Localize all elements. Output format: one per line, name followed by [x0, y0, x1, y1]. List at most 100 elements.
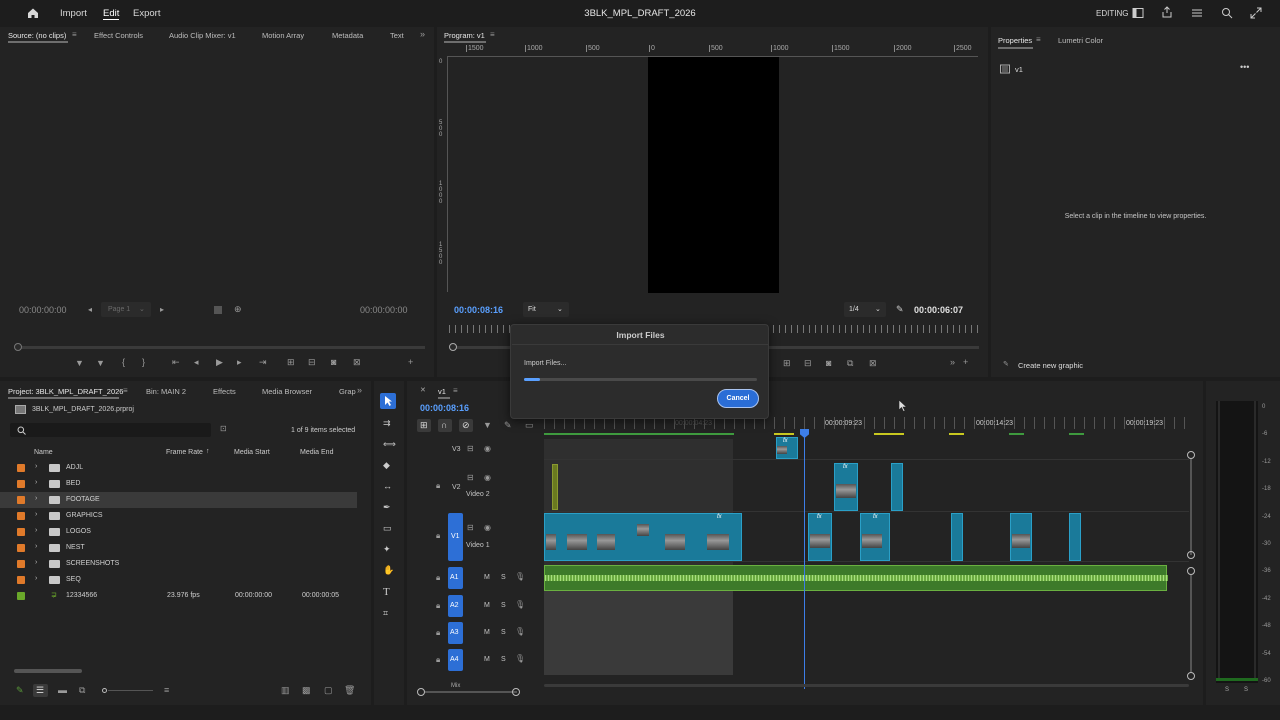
source-monitor[interactable]: [0, 44, 434, 308]
video-clip[interactable]: [1069, 513, 1081, 561]
column-header-media-start[interactable]: Media Start: [234, 449, 270, 456]
automate-to-sequence-icon[interactable]: ▥: [281, 686, 290, 695]
add-marker-icon[interactable]: ▼: [483, 421, 492, 430]
microphone-icon[interactable]: 🎙︎: [515, 628, 525, 636]
lift-icon[interactable]: ⊞: [783, 359, 791, 368]
mark-in-icon[interactable]: ▼: [75, 359, 84, 368]
pen-tool-icon[interactable]: ✒: [383, 503, 391, 512]
pencil-icon[interactable]: ✎: [16, 686, 24, 695]
tab-menu-icon[interactable]: ≡: [123, 387, 128, 395]
tab-lumetri-color[interactable]: Lumetri Color: [1058, 36, 1103, 45]
disclosure-chevron-icon[interactable]: ›: [35, 495, 37, 502]
bin-list-item[interactable]: › FOOTAGE: [0, 492, 357, 508]
project-search-input[interactable]: [10, 423, 211, 437]
disclosure-chevron-icon[interactable]: ›: [35, 511, 37, 518]
step-back-icon[interactable]: ◂: [194, 358, 199, 367]
share-icon[interactable]: [1161, 6, 1173, 18]
more-options-icon[interactable]: •••: [1240, 63, 1249, 72]
lock-icon[interactable]: 🔒︎: [436, 656, 440, 664]
play-icon[interactable]: ▶: [216, 358, 223, 367]
page-prev-icon[interactable]: ◂: [88, 306, 92, 314]
eye-icon[interactable]: ◉: [484, 524, 491, 532]
video-clip[interactable]: fx: [808, 513, 832, 561]
track-label-v3[interactable]: V3: [452, 446, 461, 453]
new-search-bin-icon[interactable]: ⊡: [220, 425, 227, 433]
h-zoom-track[interactable]: [425, 691, 517, 693]
hand-tool-icon[interactable]: ✋: [383, 566, 394, 575]
source-scrubber[interactable]: [18, 346, 425, 349]
tab-program[interactable]: Program: v1: [444, 31, 485, 40]
proxy-icon[interactable]: ⊠: [869, 359, 877, 368]
insert-nest-button[interactable]: ⊞: [417, 419, 431, 432]
source-settings-icon[interactable]: [214, 306, 222, 314]
bin-list-item[interactable]: › SEQ: [0, 572, 357, 588]
find-icon[interactable]: ▩: [302, 686, 311, 695]
video-clip-group[interactable]: fx: [544, 513, 742, 561]
tab-graphics[interactable]: Grap: [339, 387, 356, 396]
solo-right-button[interactable]: S: [1244, 687, 1248, 693]
tab-bin-main-2[interactable]: Bin: MAIN 2: [146, 387, 186, 396]
column-header-frame-rate[interactable]: Frame Rate: [166, 449, 203, 456]
column-header-media-end[interactable]: Media End: [300, 449, 333, 456]
video-clip[interactable]: fx: [834, 463, 858, 511]
more-controls-icon[interactable]: »: [950, 358, 955, 367]
lock-icon[interactable]: 🔒︎: [436, 574, 440, 582]
tab-sequence[interactable]: v1: [438, 387, 446, 396]
bracket-out-icon[interactable]: }: [142, 358, 145, 367]
timeline-h-scrollbar[interactable]: [544, 684, 1189, 687]
mark-out-icon[interactable]: ▼: [96, 359, 105, 368]
program-video-frame[interactable]: [648, 57, 779, 293]
sync-lock-icon[interactable]: ⊟: [467, 524, 474, 532]
track-select-tool-icon[interactable]: ⇉: [383, 419, 391, 428]
tab-properties[interactable]: Properties: [998, 36, 1032, 45]
label-color-swatch[interactable]: [17, 544, 25, 552]
microphone-icon[interactable]: 🎙︎: [515, 601, 525, 609]
video-clip[interactable]: fx: [860, 513, 890, 561]
rectangle-tool-icon[interactable]: ▭: [383, 524, 392, 533]
microphone-icon[interactable]: 🎙︎: [515, 573, 525, 581]
adjustment-clip[interactable]: [552, 464, 558, 510]
extract-icon[interactable]: ⊟: [804, 359, 812, 368]
disclosure-chevron-icon[interactable]: ›: [35, 527, 37, 534]
icon-view-icon[interactable]: ▬: [58, 686, 67, 695]
a-scroll-track[interactable]: [1190, 575, 1192, 672]
more-tabs-icon[interactable]: »: [357, 386, 362, 395]
disclosure-chevron-icon[interactable]: ›: [35, 559, 37, 566]
solo-left-button[interactable]: S: [1225, 687, 1229, 693]
program-timecode[interactable]: 00:00:08:16: [454, 305, 503, 315]
sync-lock-icon[interactable]: ⊟: [467, 445, 474, 453]
bracket-in-icon[interactable]: {: [122, 358, 125, 367]
linked-selection-button[interactable]: ⊘: [459, 419, 473, 432]
lock-icon[interactable]: 🔒︎: [436, 532, 440, 540]
tab-metadata[interactable]: Metadata: [332, 31, 363, 40]
source-drag-icon[interactable]: ⊕: [234, 305, 242, 314]
step-forward-icon[interactable]: ▸: [237, 358, 242, 367]
lock-icon[interactable]: 🔒︎: [436, 629, 440, 637]
selection-tool[interactable]: [380, 393, 396, 409]
insert-icon[interactable]: ⊞: [287, 358, 295, 367]
menu-icon[interactable]: [1191, 7, 1203, 19]
source-patch-v1[interactable]: V1: [448, 513, 463, 561]
tab-media-browser[interactable]: Media Browser: [262, 387, 312, 396]
label-color-swatch[interactable]: [17, 464, 25, 472]
bin-list-item[interactable]: › LOGOS: [0, 524, 357, 540]
quality-select[interactable]: 1/4 ⌄: [844, 302, 886, 317]
source-playhead-handle[interactable]: [14, 343, 22, 351]
bin-list-item[interactable]: › ADJL: [0, 460, 357, 476]
tab-menu-icon[interactable]: ≡: [453, 387, 458, 395]
go-to-out-icon[interactable]: ⇥: [259, 358, 267, 367]
label-color-swatch[interactable]: [17, 576, 25, 584]
horizontal-scrollbar[interactable]: [14, 669, 82, 673]
v-scroll-bottom[interactable]: [1187, 551, 1195, 559]
solo-button[interactable]: S: [501, 656, 506, 663]
search-icon[interactable]: [1221, 7, 1233, 19]
page-select[interactable]: Page 1 ⌄: [101, 302, 151, 317]
disclosure-chevron-icon[interactable]: ›: [35, 575, 37, 582]
source-patch-a2[interactable]: A2: [448, 595, 463, 617]
mute-button[interactable]: M: [484, 656, 490, 663]
label-color-swatch[interactable]: [17, 512, 25, 520]
list-view-button[interactable]: ☰: [33, 684, 48, 697]
tab-menu-icon[interactable]: ≡: [490, 31, 495, 39]
tab-text[interactable]: Text: [390, 31, 404, 40]
zoom-slider-handle[interactable]: [102, 688, 107, 693]
